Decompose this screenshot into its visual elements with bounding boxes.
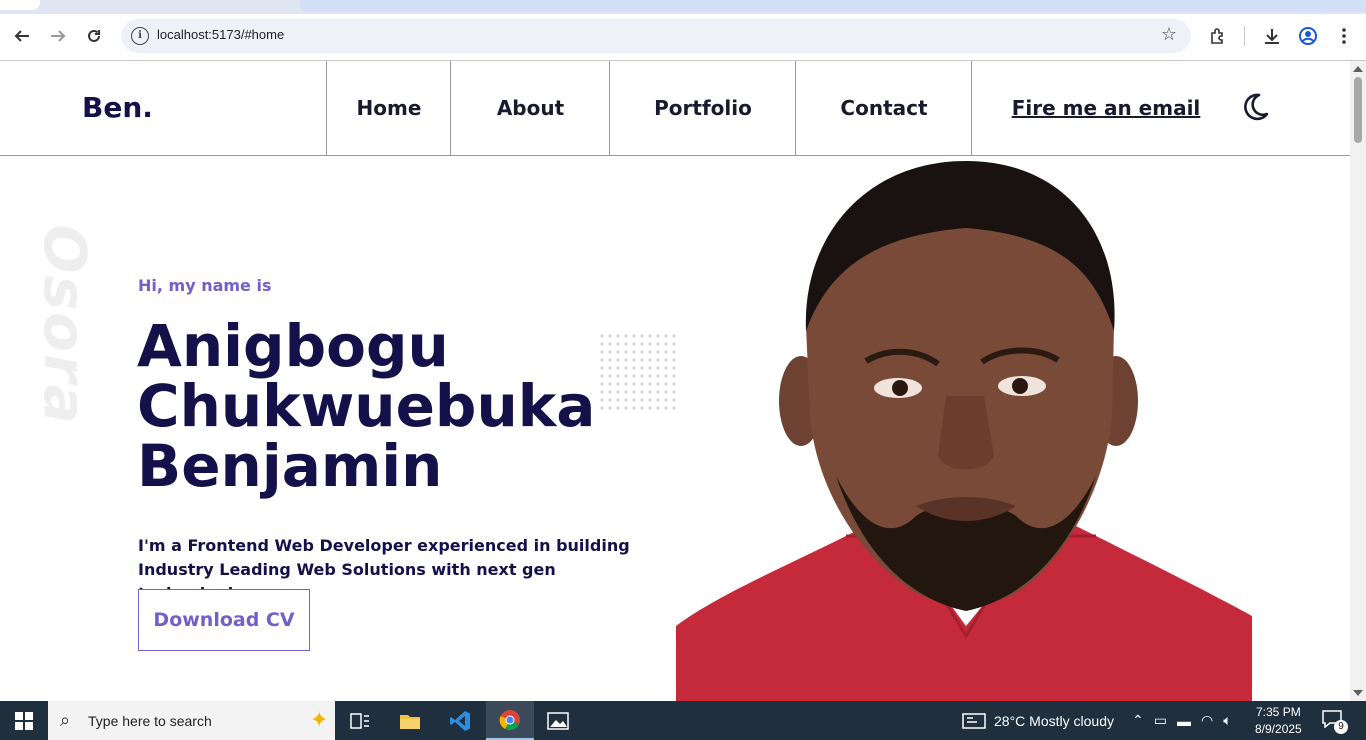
menu-icon[interactable] (1330, 14, 1358, 58)
wifi-icon[interactable]: ◠ (1201, 712, 1213, 729)
nav-portfolio[interactable]: Portfolio (609, 61, 796, 155)
tab-strip (0, 0, 1366, 14)
name-line-1: Anigbogu (137, 312, 449, 380)
moon-icon[interactable] (1240, 92, 1270, 122)
scroll-up-arrow-icon[interactable] (1353, 66, 1363, 72)
site-header: Ben. Home About Portfolio Contact Fire m… (0, 61, 1350, 156)
clock-date: 8/9/2025 (1255, 722, 1302, 736)
name-line-3: Benjamin (137, 432, 443, 500)
extensions-icon[interactable] (1204, 14, 1232, 58)
site-logo[interactable]: Ben. (82, 91, 153, 124)
url-text[interactable]: localhost:5173/#home (157, 27, 284, 42)
volume-icon[interactable]: 🔈︎ (1223, 712, 1231, 729)
nav-contact[interactable]: Contact (795, 61, 972, 155)
scroll-down-arrow-icon[interactable] (1353, 690, 1363, 696)
nav-home[interactable]: Home (326, 61, 451, 155)
download-cv-button[interactable]: Download CV (138, 589, 310, 651)
greeting: Hi, my name is (138, 276, 272, 295)
address-bar[interactable]: i localhost:5173/#home ☆ (121, 19, 1191, 53)
download-icon[interactable] (1258, 14, 1286, 58)
notification-badge: 9 (1334, 720, 1348, 734)
star-icon[interactable]: ☆ (1161, 24, 1177, 45)
chevron-up-icon[interactable]: ⌃ (1132, 712, 1144, 729)
reload-icon[interactable] (80, 14, 108, 58)
side-text-label: Osora (31, 224, 99, 426)
tab-strip-background (300, 0, 1366, 12)
notification-icon[interactable]: 9 (1322, 710, 1348, 734)
photos-icon[interactable] (534, 701, 582, 740)
page-scrollbar[interactable] (1350, 61, 1366, 701)
scroll-thumb[interactable] (1354, 77, 1362, 143)
chrome-icon[interactable] (486, 701, 534, 740)
search-placeholder[interactable]: Type here to search (88, 713, 212, 729)
clock[interactable]: 7:35 PM 8/9/2025 (1255, 704, 1302, 738)
dot-pattern-decoration (598, 332, 678, 414)
weather-widget[interactable]: 28°C Mostly cloudy (962, 701, 1114, 740)
nav-about[interactable]: About (450, 61, 610, 155)
meet-icon[interactable]: ▭ (1154, 712, 1167, 729)
vscode-icon[interactable] (436, 701, 484, 740)
profile-photo (676, 156, 1252, 701)
hero-name: Anigbogu Chukwuebuka Benjamin (137, 316, 595, 496)
search-icon: ⌕ (60, 710, 71, 730)
info-icon[interactable]: i (131, 27, 149, 45)
decorative-side-text: Osora (30, 215, 100, 435)
email-link[interactable]: Fire me an email (971, 61, 1240, 155)
browser-toolbar: i localhost:5173/#home ☆ (0, 14, 1366, 61)
taskbar-search[interactable]: ⌕ Type here to search ✦ (48, 701, 335, 740)
task-view-icon[interactable] (336, 701, 384, 740)
battery-icon[interactable]: ▬ (1177, 713, 1191, 729)
forward-icon[interactable] (44, 14, 72, 58)
windows-start-icon[interactable] (0, 701, 48, 740)
weather-icon (962, 712, 986, 729)
system-tray: ⌃ ▭ ▬ ◠ 🔈︎ (1132, 701, 1232, 740)
profile-icon[interactable] (1294, 14, 1322, 58)
name-line-2: Chukwuebuka (137, 372, 596, 440)
toolbar-divider (1244, 26, 1245, 46)
clock-time: 7:35 PM (1256, 705, 1301, 719)
back-icon[interactable] (8, 14, 36, 58)
sparkle-icon[interactable]: ✦ (310, 707, 328, 733)
windows-taskbar: ⌕ Type here to search ✦ 28°C Mostly clou… (0, 701, 1366, 740)
active-tab[interactable] (0, 0, 40, 10)
weather-text: 28°C Mostly cloudy (994, 712, 1114, 729)
file-explorer-icon[interactable] (386, 701, 434, 740)
